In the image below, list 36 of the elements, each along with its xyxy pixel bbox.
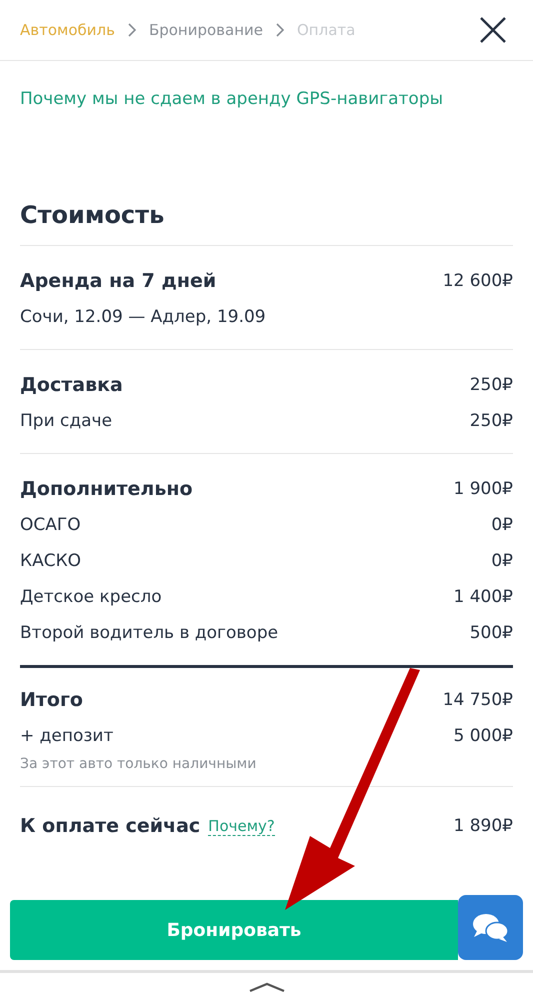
cost-amount: 500₽ bbox=[470, 623, 513, 643]
cost-amount: 0₽ bbox=[491, 551, 513, 571]
cost-item-label: ОСАГО bbox=[20, 515, 81, 535]
book-button[interactable]: Бронировать bbox=[10, 900, 458, 960]
pay-now-amount: 1 890₽ bbox=[454, 816, 513, 836]
cost-item-label: Второй водитель в договоре bbox=[20, 623, 278, 643]
section-title: Стоимость bbox=[20, 201, 513, 246]
cost-item-label: Детское кресло bbox=[20, 587, 162, 607]
cost-amount: 250₽ bbox=[470, 375, 513, 395]
chat-bubbles-icon bbox=[472, 912, 510, 944]
gps-info-link[interactable]: Почему мы не сдаем в аренду GPS-навигаторы bbox=[20, 89, 513, 109]
close-icon[interactable] bbox=[479, 16, 507, 44]
cost-item-label: При сдаче bbox=[20, 411, 112, 431]
cost-group-title: Доставка bbox=[20, 374, 123, 396]
breadcrumb-step[interactable]: Автомобиль bbox=[20, 21, 115, 39]
payment-note: За этот авто только наличными bbox=[20, 756, 258, 772]
cost-amount: 12 600₽ bbox=[442, 271, 513, 291]
cost-amount: 1 400₽ bbox=[454, 587, 513, 607]
cost-amount: 5 000₽ bbox=[454, 726, 513, 746]
breadcrumb-step[interactable]: Бронирование bbox=[148, 21, 263, 39]
cost-amount: 250₽ bbox=[470, 411, 513, 431]
cost-group-title: Итого bbox=[20, 689, 83, 711]
pay-now-label: К оплате сейчас bbox=[20, 815, 200, 837]
cost-group-title: Аренда на 7 дней bbox=[20, 270, 216, 292]
chevron-right-icon bbox=[126, 23, 137, 37]
cost-amount: 14 750₽ bbox=[442, 690, 513, 710]
cost-item-label: + депозит bbox=[20, 726, 114, 746]
chevron-right-icon bbox=[275, 23, 285, 37]
cost-amount: 1 900₽ bbox=[454, 479, 513, 499]
cost-item-label: Сочи, 12.09 — Адлер, 19.09 bbox=[20, 307, 266, 327]
chevron-up-icon[interactable] bbox=[248, 982, 284, 992]
cost-item-label: КАСКО bbox=[20, 551, 82, 571]
why-link[interactable]: Почему? bbox=[208, 816, 275, 836]
cost-group-title: Дополнительно bbox=[20, 478, 193, 500]
cost-amount: 0₽ bbox=[491, 515, 513, 535]
chat-button[interactable] bbox=[458, 895, 523, 960]
